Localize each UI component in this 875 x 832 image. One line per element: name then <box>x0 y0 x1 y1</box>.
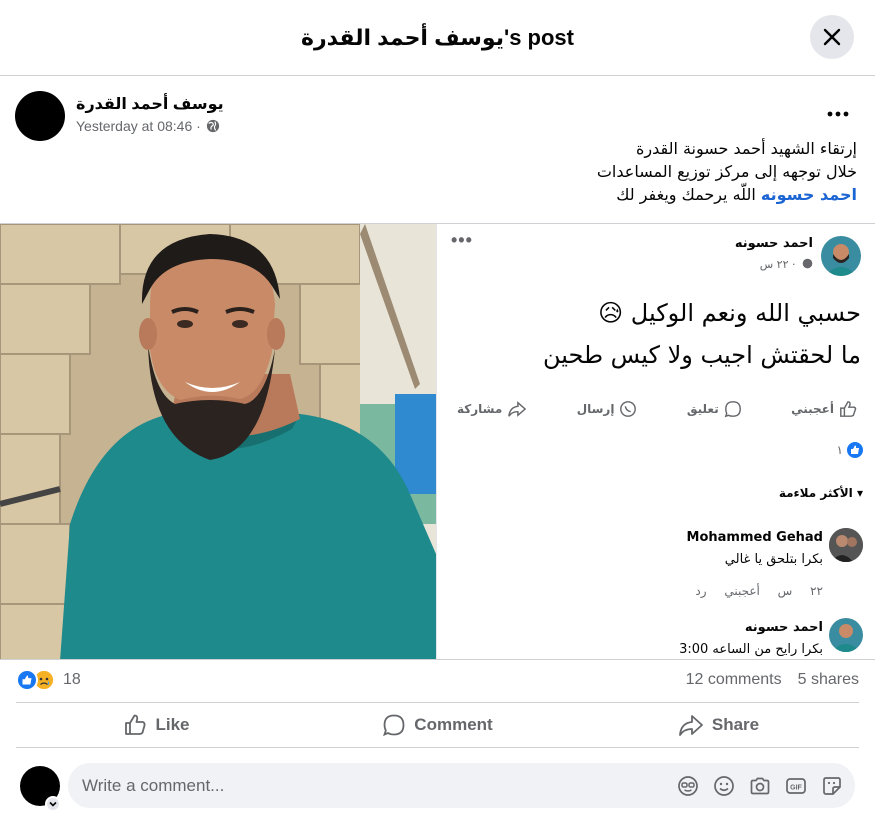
chevron-down-icon <box>49 801 57 807</box>
portrait-image <box>0 224 436 659</box>
screenshot-comment-meta: ٢٢ س أعجبني رد <box>695 584 823 598</box>
comment-button[interactable]: Comment <box>297 703 578 747</box>
post-stats: 18 12 comments 5 shares <box>0 660 875 702</box>
screenshot-body: حسبي الله ونعم الوكيل 😥 ما لحقتش اجيب ول… <box>461 292 861 376</box>
screenshot-like: أعجبني <box>791 400 857 418</box>
post-text-line: خلال توجهه إلى مركز توزيع المساعدات <box>596 162 857 181</box>
tagged-person-link[interactable]: احمد حسونه <box>761 185 857 204</box>
post-media[interactable]: ••• احمد حسونه ٢٢ س · حسبي الله ونعم الو… <box>0 223 875 660</box>
post-text-line: احمد حسونه اللّه يرحمك ويغفر لك <box>257 183 857 206</box>
share-icon <box>678 715 703 736</box>
close-icon <box>823 28 841 46</box>
screenshot-comment-text: بكرا بتلحق يا غالي <box>724 552 823 567</box>
post-time[interactable]: Yesterday at 08:46 · <box>76 118 201 134</box>
post-text-rest: اللّه يرحمك ويغفر لك <box>616 185 756 204</box>
comments-count-link[interactable]: 12 comments <box>686 671 782 689</box>
author-name[interactable]: يوسف أحمد القدرة <box>76 94 224 114</box>
screenshot-like-badge-icon <box>847 442 863 458</box>
comment-input[interactable] <box>82 763 642 808</box>
screenshot-comment-text: بكرا رايح من الساعه 3:00 <box>679 642 823 657</box>
screenshot-share: مشاركة <box>457 400 527 418</box>
gif-button[interactable]: GIF <box>783 773 809 799</box>
screenshot-comment-author: Mohammed Gehad <box>686 530 823 545</box>
like-label: Like <box>155 715 190 734</box>
screenshot-comment-author: احمد حسونه <box>744 620 823 635</box>
screenshot-more-icon: ••• <box>451 230 473 250</box>
screenshot-comment-icon <box>724 401 741 418</box>
post-meta: Yesterday at 08:46 · <box>76 118 220 134</box>
svg-text:GIF: GIF <box>790 785 802 792</box>
profile-switch-button[interactable] <box>45 796 61 812</box>
screenshot-like-icon <box>840 401 857 417</box>
avatar-sticker-icon <box>678 776 698 796</box>
screenshot-comment-avatar <box>829 618 863 652</box>
shares-count-link[interactable]: 5 shares <box>798 671 859 689</box>
post-action-bar: Like Comment Share <box>16 702 859 748</box>
camera-icon <box>750 777 770 795</box>
post-text: إرتقاء الشهيد أحمد حسونة القدرة خلال توج… <box>257 137 857 206</box>
share-button[interactable]: Share <box>578 703 859 747</box>
like-icon <box>125 714 146 735</box>
screenshot-globe-icon <box>802 258 813 269</box>
engagement-counts: 12 comments 5 shares <box>686 671 859 689</box>
comment-icon <box>383 714 405 737</box>
sticker-icon <box>823 777 841 795</box>
screenshot-send: إرسال <box>577 400 638 418</box>
comment-box: GIF <box>68 763 855 808</box>
gif-icon: GIF <box>786 778 806 794</box>
screenshot-author: احمد حسونه <box>734 236 813 251</box>
sticker-button[interactable] <box>819 773 845 799</box>
dialog-header: يوسف أحمد القدرة's post <box>0 0 875 76</box>
more-options-button[interactable] <box>820 102 856 126</box>
share-label: Share <box>711 715 760 734</box>
more-icon <box>827 111 849 117</box>
reactions-summary[interactable]: 18 <box>16 669 81 691</box>
comment-composer: GIF <box>0 748 875 832</box>
like-reaction-icon <box>16 669 38 691</box>
screenshot-share-icon <box>508 401 527 417</box>
screenshot-sort: الأكثر ملاءمة ▾ <box>778 486 863 500</box>
screenshot-comment: تعليق <box>687 400 742 418</box>
post-header: يوسف أحمد القدرة Yesterday at 08:46 · <box>0 76 875 146</box>
author-avatar[interactable] <box>15 91 65 141</box>
reaction-count: 18 <box>63 671 81 688</box>
screenshot-comment-avatar <box>829 528 863 562</box>
screenshot-whatsapp-icon <box>620 401 637 417</box>
shared-screenshot: ••• احمد حسونه ٢٢ س · حسبي الله ونعم الو… <box>436 224 875 659</box>
close-button[interactable] <box>810 15 854 59</box>
comment-box-tools: GIF <box>675 773 845 799</box>
screenshot-like-count: ١ <box>837 442 863 458</box>
screenshot-time: ٢٢ س · <box>759 258 796 271</box>
emoji-button[interactable] <box>711 773 737 799</box>
like-button[interactable]: Like <box>16 703 297 747</box>
dialog-title: يوسف أحمد القدرة's post <box>301 24 574 50</box>
screenshot-actions: أعجبني تعليق إرسال مشاركة <box>457 400 857 418</box>
emoji-icon <box>714 776 734 796</box>
screenshot-avatar <box>821 236 861 276</box>
globe-icon[interactable] <box>206 119 220 133</box>
comment-label: Comment <box>414 715 493 734</box>
screenshot-meta: ٢٢ س · <box>760 258 813 271</box>
screenshot-body-line: ما لحقتش اجيب ولا كيس طحين <box>542 341 861 369</box>
photo-button[interactable] <box>747 773 773 799</box>
screenshot-body-line: حسبي الله ونعم الوكيل 😥 <box>598 299 861 327</box>
avatar-sticker-button[interactable] <box>675 773 701 799</box>
post-photo[interactable] <box>0 224 436 659</box>
post-text-line: إرتقاء الشهيد أحمد حسونة القدرة <box>635 139 857 158</box>
